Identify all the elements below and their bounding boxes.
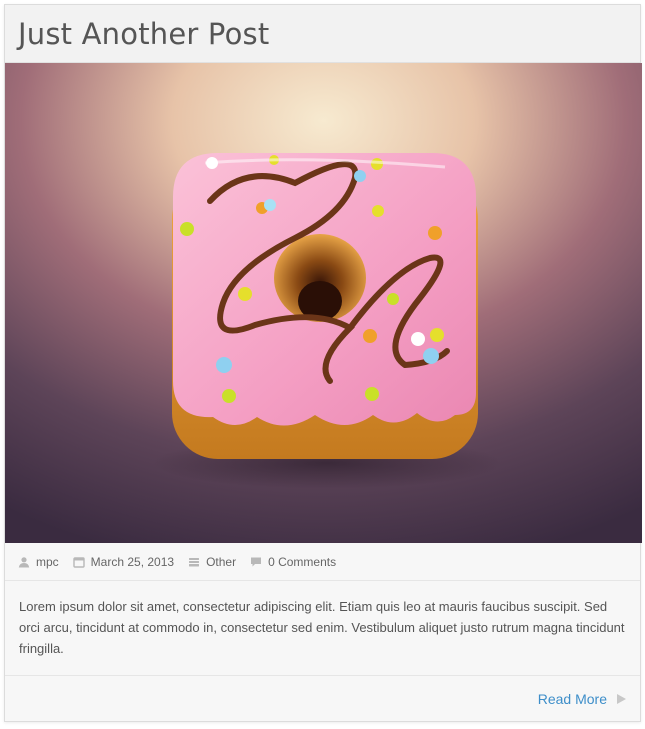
- user-icon: [18, 556, 30, 567]
- meta-category[interactable]: Other: [188, 555, 236, 569]
- featured-image[interactable]: [5, 63, 642, 543]
- author-name[interactable]: mpc: [36, 555, 59, 569]
- calendar-icon: [72, 556, 85, 568]
- triangle-right-icon: [617, 694, 626, 704]
- category-link[interactable]: Other: [206, 555, 236, 569]
- post-excerpt: Lorem ipsum dolor sit amet, consectetur …: [5, 581, 640, 676]
- read-more-link[interactable]: Read More: [538, 691, 626, 707]
- post-header: Just Another Post: [5, 5, 640, 63]
- meta-date: March 25, 2013: [72, 554, 175, 569]
- meta-comments[interactable]: 0 Comments: [250, 555, 336, 569]
- comments-link[interactable]: 0 Comments: [268, 555, 336, 569]
- post-card: Just Another Post mpc March 25, 2013 Oth…: [4, 4, 642, 722]
- read-more-label: Read More: [537, 691, 607, 707]
- meta-author[interactable]: mpc: [18, 555, 59, 569]
- folder-icon: [189, 557, 200, 566]
- post-meta: mpc March 25, 2013 Other 0 Comments: [5, 543, 640, 581]
- post-title[interactable]: Just Another Post: [18, 17, 269, 51]
- post-footer: Read More: [5, 676, 640, 722]
- comment-icon: [251, 557, 262, 566]
- post-date: March 25, 2013: [90, 554, 175, 569]
